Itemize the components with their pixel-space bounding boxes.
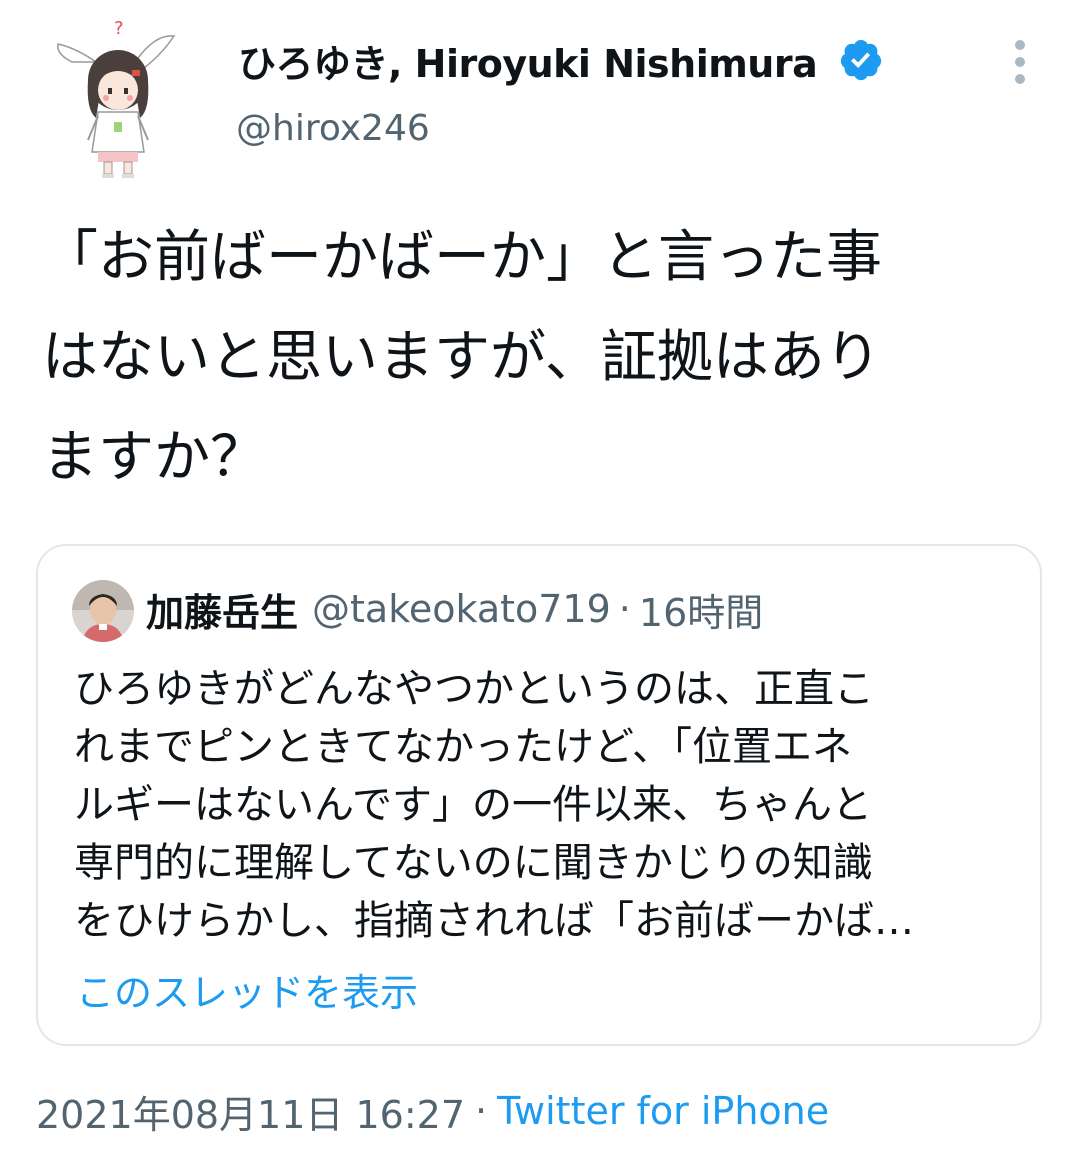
quoted-author-avatar[interactable] [72, 580, 134, 642]
author-display-name[interactable]: ひろゆき, Hiroyuki Nishimura [238, 34, 818, 86]
tweet-text-line: はないと思いますが、証拠はあり [42, 325, 881, 390]
svg-text:?: ? [114, 18, 124, 39]
quoted-header-separator: · [618, 587, 631, 631]
author-avatar[interactable]: ? [52, 14, 182, 180]
tweet-text-line: 「お前ばーかばーか」と言った事 [42, 225, 882, 290]
author-handle[interactable]: @hirox246 [236, 108, 430, 149]
tweet-meta: 2021年08月11日 16:27 · Twitter for iPhone [36, 1084, 829, 1138]
meta-separator: · [475, 1089, 488, 1133]
tweet-text: 「お前ばーかばーか」と言った事 はないと思いますが、証拠はあり ますか？ [42, 208, 1042, 508]
quoted-text-line: をひけらかし、指摘されれば「お前ばーかば… [74, 898, 914, 944]
quoted-text-line: ルギーはないんです」の一件以来、ちゃんと [74, 782, 872, 828]
quoted-text-line: ひろゆきがどんなやつかというのは、正直こ [74, 666, 874, 712]
quoted-tweet-time[interactable]: 16時間 [639, 582, 763, 637]
quoted-text-line: れまでピンときてなかったけど、「位置エネ [74, 724, 852, 770]
tweet-source-link[interactable]: Twitter for iPhone [497, 1089, 829, 1133]
quoted-tweet-text: ひろゆきがどんなやつかというのは、正直こ れまでピンときてなかったけど、「位置エ… [74, 660, 1024, 950]
quoted-tweet-header: 加藤岳生 @takeokato719 · 16時間 [146, 582, 763, 637]
quoted-text-line: 専門的に理解してないのに聞きかじりの知識 [74, 840, 873, 886]
tweet-text-line: ますか？ [42, 425, 266, 490]
quoted-author-handle[interactable]: @takeokato719 [312, 587, 611, 631]
quoted-author-name[interactable]: 加藤岳生 [146, 582, 298, 637]
show-thread-link[interactable]: このスレッドを表示 [76, 962, 418, 1017]
more-vertical-icon[interactable] [1006, 40, 1034, 84]
verified-badge-icon [838, 37, 884, 83]
tweet-timestamp[interactable]: 2021年08月11日 16:27 [36, 1084, 465, 1139]
